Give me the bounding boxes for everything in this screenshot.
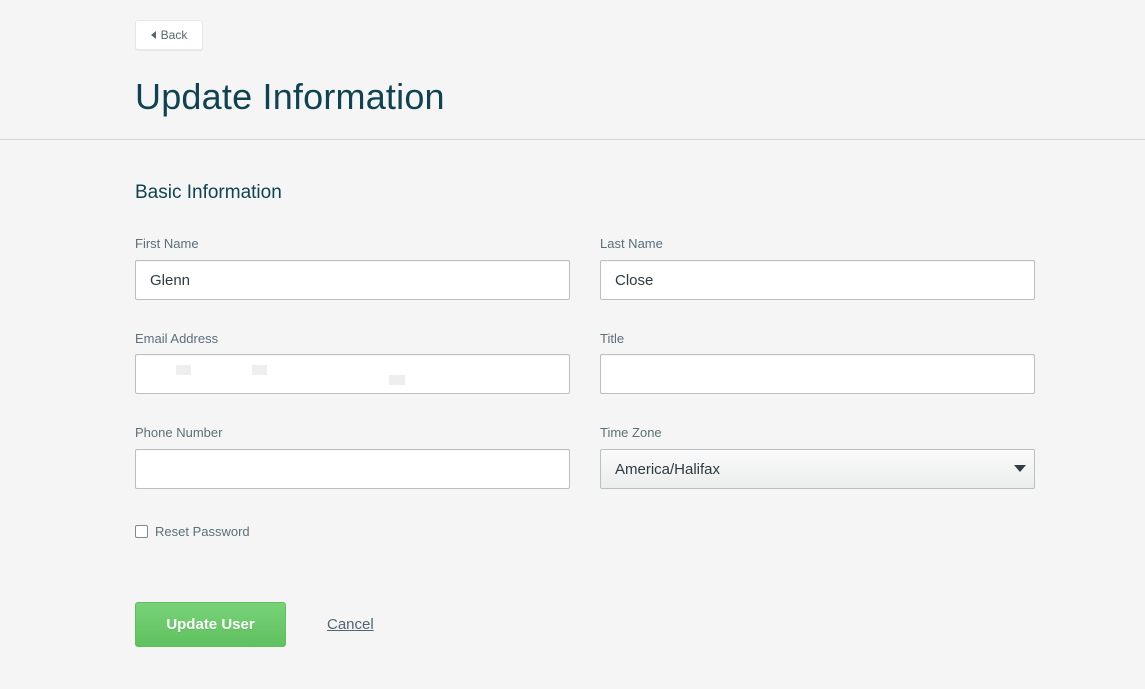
phone-label: Phone Number (135, 425, 223, 440)
chevron-left-icon (150, 31, 156, 39)
section-title: Basic Information (135, 182, 282, 203)
last-name-label: Last Name (600, 236, 663, 251)
reset-password-checkbox[interactable] (135, 525, 148, 538)
email-label: Email Address (135, 331, 219, 346)
phone-input[interactable] (135, 449, 570, 489)
title-input[interactable] (600, 354, 1035, 394)
title-label: Title (600, 331, 625, 346)
back-button-label: Back (160, 28, 188, 42)
time-zone-value: America/Halifax (615, 460, 721, 478)
redacted-text-mark (252, 365, 267, 375)
back-button[interactable]: Back (135, 20, 203, 50)
cancel-link[interactable]: Cancel (327, 616, 374, 634)
page-header: Back Update Information (0, 0, 1145, 140)
chevron-down-icon (1014, 465, 1026, 472)
redacted-text-mark (389, 375, 405, 385)
page-title: Update Information (135, 76, 445, 117)
first-name-label: First Name (135, 236, 199, 251)
first-name-input[interactable] (135, 260, 570, 300)
last-name-input[interactable] (600, 260, 1035, 300)
redacted-text-mark (176, 365, 191, 375)
time-zone-select[interactable]: America/Halifax (600, 449, 1035, 489)
time-zone-label: Time Zone (600, 425, 662, 440)
update-user-button[interactable]: Update User (135, 602, 286, 647)
reset-password-label[interactable]: Reset Password (155, 524, 250, 540)
email-input[interactable] (135, 354, 570, 394)
